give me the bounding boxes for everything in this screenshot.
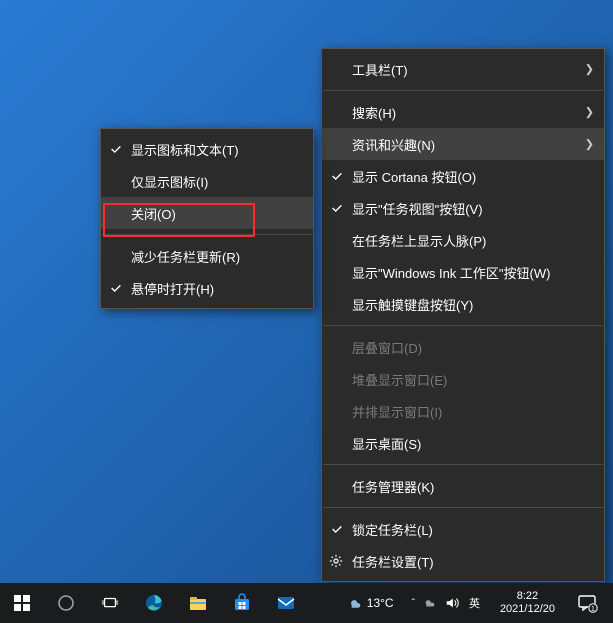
taskbar: 13°C ˆ 英 8:22 2021/12/20 1 (0, 583, 613, 623)
menu-item-cascade: 层叠窗口(D) (322, 331, 604, 363)
menu-item-people[interactable]: 在任务栏上显示人脉(P) (322, 224, 604, 256)
notification-icon: 1 (576, 593, 598, 613)
weather-temp: 13°C (367, 596, 394, 610)
menu-label: 仅显示图标(I) (131, 172, 208, 191)
menu-item-taskbar-settings[interactable]: 任务栏设置(T) (322, 545, 604, 577)
taskbar-app-mail[interactable] (264, 583, 308, 623)
mail-icon (276, 593, 296, 613)
taskview-button[interactable] (88, 583, 132, 623)
menu-label: 在任务栏上显示人脉(P) (352, 231, 486, 250)
weather-widget[interactable]: 13°C (341, 583, 400, 623)
submenu-item-reduce-updates[interactable]: 减少任务栏更新(R) (101, 240, 313, 272)
action-center-button[interactable]: 1 (569, 583, 605, 623)
menu-label: 显示 Cortana 按钮(O) (352, 167, 476, 186)
chevron-right-icon: ❯ (585, 106, 594, 119)
menu-label: 搜索(H) (352, 103, 396, 122)
menu-item-task-manager[interactable]: 任务管理器(K) (322, 470, 604, 502)
menu-label: 锁定任务栏(L) (352, 520, 433, 539)
check-icon (330, 522, 344, 536)
menu-label: 堆叠显示窗口(E) (352, 370, 447, 389)
ime-indicator[interactable]: 英 (467, 595, 482, 611)
check-icon (330, 169, 344, 183)
check-icon (109, 281, 123, 295)
clock[interactable]: 8:22 2021/12/20 (494, 590, 561, 616)
check-icon (330, 201, 344, 215)
chevron-right-icon: ❯ (585, 63, 594, 76)
weather-icon (347, 595, 363, 611)
menu-separator (323, 507, 603, 508)
menu-label: 任务栏设置(T) (352, 552, 434, 571)
check-icon (109, 142, 123, 156)
menu-separator (102, 234, 312, 235)
menu-label: 显示触摸键盘按钮(Y) (352, 295, 473, 314)
menu-item-show-desktop[interactable]: 显示桌面(S) (322, 427, 604, 459)
menu-item-search[interactable]: 搜索(H) ❯ (322, 96, 604, 128)
taskbar-app-store[interactable] (220, 583, 264, 623)
svg-text:1: 1 (591, 606, 595, 613)
system-tray[interactable]: ˆ 英 (408, 595, 486, 611)
submenu-item-icon-only[interactable]: 仅显示图标(I) (101, 165, 313, 197)
menu-label: 任务管理器(K) (352, 477, 434, 496)
edge-icon (144, 593, 164, 613)
menu-item-lock-taskbar[interactable]: 锁定任务栏(L) (322, 513, 604, 545)
store-icon (232, 593, 252, 613)
menu-separator (323, 464, 603, 465)
clock-time: 8:22 (517, 590, 538, 603)
tray-overflow-icon[interactable]: ˆ (412, 598, 415, 609)
menu-item-taskview[interactable]: 显示"任务视图"按钮(V) (322, 192, 604, 224)
menu-label: 显示"任务视图"按钮(V) (352, 199, 483, 218)
news-interests-submenu: 显示图标和文本(T) 仅显示图标(I) 关闭(O) 减少任务栏更新(R) 悬停时… (100, 128, 314, 309)
volume-icon[interactable] (445, 596, 459, 610)
submenu-item-icon-text[interactable]: 显示图标和文本(T) (101, 133, 313, 165)
gear-icon (329, 554, 343, 568)
cortana-button[interactable] (44, 583, 88, 623)
taskbar-app-explorer[interactable] (176, 583, 220, 623)
menu-item-news-interests[interactable]: 资讯和兴趣(N) ❯ (322, 128, 604, 160)
taskbar-context-menu: 工具栏(T) ❯ 搜索(H) ❯ 资讯和兴趣(N) ❯ 显示 Cortana 按… (321, 48, 605, 582)
start-button[interactable] (0, 583, 44, 623)
chevron-right-icon: ❯ (585, 138, 594, 151)
menu-label: 并排显示窗口(I) (352, 402, 442, 421)
menu-item-touch-keyboard[interactable]: 显示触摸键盘按钮(Y) (322, 288, 604, 320)
menu-item-stacked: 堆叠显示窗口(E) (322, 363, 604, 395)
menu-label: 资讯和兴趣(N) (352, 135, 435, 154)
submenu-item-close[interactable]: 关闭(O) (101, 197, 313, 229)
submenu-item-open-on-hover[interactable]: 悬停时打开(H) (101, 272, 313, 304)
windows-icon (12, 593, 32, 613)
menu-item-toolbars[interactable]: 工具栏(T) ❯ (322, 53, 604, 85)
taskbar-app-edge[interactable] (132, 583, 176, 623)
menu-item-sidebyside: 并排显示窗口(I) (322, 395, 604, 427)
menu-label: 显示"Windows Ink 工作区"按钮(W) (352, 263, 550, 282)
explorer-icon (188, 593, 208, 613)
menu-label: 工具栏(T) (352, 60, 408, 79)
cortana-icon (56, 593, 76, 613)
menu-item-cortana[interactable]: 显示 Cortana 按钮(O) (322, 160, 604, 192)
menu-label: 悬停时打开(H) (131, 279, 214, 298)
menu-label: 显示图标和文本(T) (131, 140, 239, 159)
taskview-icon (100, 593, 120, 613)
menu-label: 层叠窗口(D) (352, 338, 422, 357)
clock-date: 2021/12/20 (500, 603, 555, 616)
menu-separator (323, 90, 603, 91)
menu-label: 关闭(O) (131, 204, 176, 223)
menu-label: 减少任务栏更新(R) (131, 247, 240, 266)
menu-item-ink[interactable]: 显示"Windows Ink 工作区"按钮(W) (322, 256, 604, 288)
menu-label: 显示桌面(S) (352, 434, 421, 453)
menu-separator (323, 325, 603, 326)
onedrive-icon[interactable] (423, 596, 437, 610)
